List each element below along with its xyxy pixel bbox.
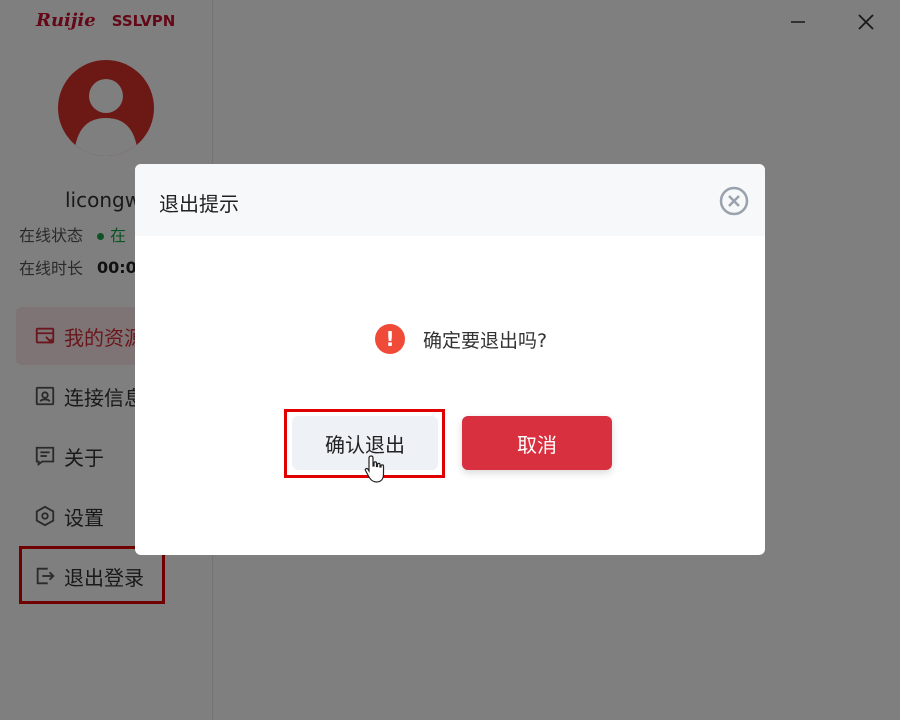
logout-confirm-dialog: 退出提示 ! 确定要退出吗? 确认退出 取消 <box>135 164 765 555</box>
dialog-close-icon[interactable] <box>719 186 749 216</box>
dialog-message-row: ! 确定要退出吗? <box>375 324 547 354</box>
dialog-title: 退出提示 <box>159 192 239 216</box>
cancel-button[interactable]: 取消 <box>462 416 612 470</box>
dialog-message: 确定要退出吗? <box>423 329 548 352</box>
dialog-header: 退出提示 <box>135 164 765 236</box>
hand-cursor-icon <box>364 455 385 483</box>
warning-icon: ! <box>375 324 405 354</box>
